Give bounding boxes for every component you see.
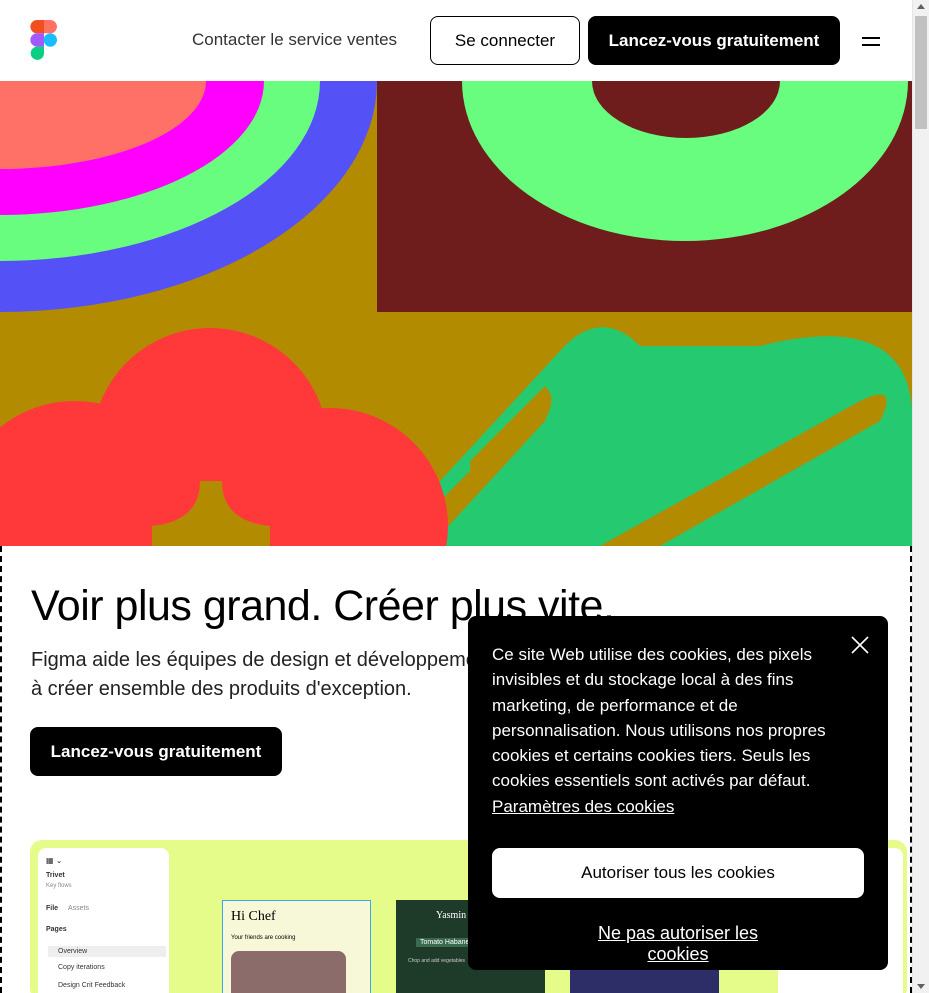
cookie-banner: Ce site Web utilise des cookies, des pix…	[468, 616, 888, 970]
file-name: Trivet	[46, 872, 65, 879]
cookie-settings-link[interactable]: Paramètres des cookies	[492, 797, 674, 816]
scroll-down-arrow-icon[interactable]	[917, 984, 925, 989]
page-item[interactable]: Copy iterations	[58, 964, 105, 971]
cookie-message: Ce site Web utilise des cookies, des pix…	[492, 642, 842, 819]
allow-cookies-button[interactable]: Autoriser tous les cookies	[492, 848, 864, 898]
pages-label: Pages	[46, 926, 67, 933]
start-free-button[interactable]: Lancez-vous gratuitement	[588, 16, 840, 65]
canvas-frame[interactable]: Hi Chef Your friends are cooking	[222, 900, 371, 993]
frame-subtitle: Your friends are cooking	[231, 935, 296, 941]
page-item[interactable]: Overview	[48, 946, 166, 957]
site-header: Contacter le service ventes Se connecter…	[0, 0, 912, 81]
file-subtitle: Key flows	[46, 883, 72, 889]
deny-cookies-button[interactable]: Ne pas autoriser les cookies	[566, 923, 790, 965]
tab-file[interactable]: File	[46, 905, 58, 912]
layers-panel: ▦ ⌄ Trivet Key flows File Assets Pages O…	[38, 848, 169, 993]
contact-sales-link[interactable]: Contacter le service ventes	[192, 30, 397, 50]
close-icon[interactable]	[850, 635, 870, 655]
cookie-text: Ce site Web utilise des cookies, des pix…	[492, 645, 826, 791]
page-item[interactable]: Design Crit Feedback	[58, 982, 125, 989]
menu-icon[interactable]	[862, 34, 882, 48]
food-image	[231, 951, 346, 993]
hero-subtitle: Figma aide les équipes de design et déve…	[31, 649, 494, 700]
tab-assets[interactable]: Assets	[68, 905, 89, 912]
frame-title: Yasmin	[436, 910, 467, 921]
login-button[interactable]: Se connecter	[430, 16, 580, 65]
hero-illustration	[0, 81, 912, 546]
scroll-up-arrow-icon[interactable]	[917, 4, 925, 9]
frame-title: Hi Chef	[231, 909, 276, 924]
figma-logo-icon[interactable]	[30, 20, 57, 60]
page-scrollbar[interactable]	[912, 0, 929, 993]
hero-start-free-button[interactable]: Lancez-vous gratuitement	[30, 727, 282, 776]
scroll-thumb[interactable]	[915, 16, 927, 129]
file-menu-icon[interactable]: ▦ ⌄	[46, 856, 62, 865]
frame-subtitle: Chop and add vegetables	[408, 958, 465, 964]
